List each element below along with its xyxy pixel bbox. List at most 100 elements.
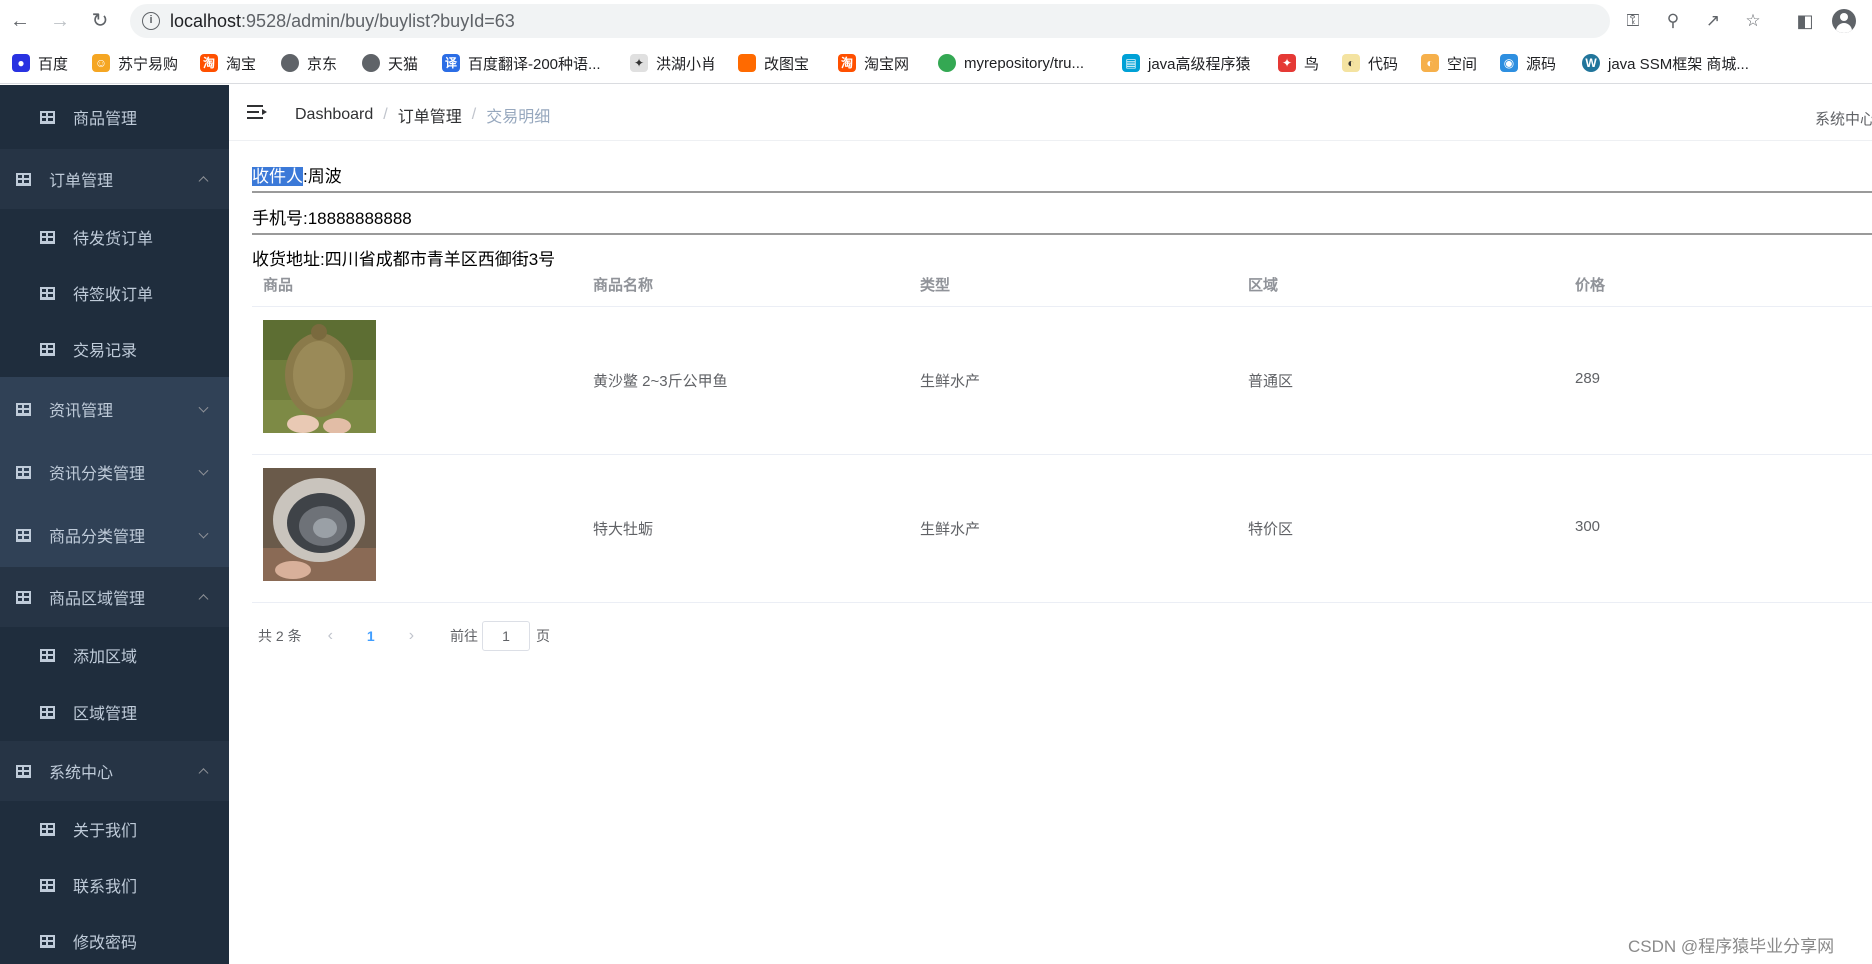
sidebar-item-pending-shipment[interactable]: 待发货订单 [0, 209, 229, 265]
side-panel-icon[interactable]: ◧ [1793, 9, 1817, 33]
chevron-down-icon [198, 528, 209, 539]
sidebar-item-pending-receipt[interactable]: 待签收订单 [0, 265, 229, 321]
sidebar-item-contact[interactable]: 联系我们 [0, 857, 229, 913]
sidebar-item-product-region[interactable]: 商品区域管理 [0, 567, 229, 627]
bird-icon: ✦ [1278, 54, 1296, 72]
whale-icon: ◉ [1500, 54, 1518, 72]
taobao-icon: 淘 [838, 54, 856, 72]
breadcrumb-dashboard[interactable]: Dashboard [295, 106, 373, 124]
bookmark-gaitubao[interactable]: 改图宝 [738, 52, 809, 74]
bookmark-space[interactable]: ◐ 空间 [1421, 52, 1477, 74]
phone-line: 手机号:18888888888 [252, 209, 412, 228]
bookmark-suning[interactable]: ☺ 苏宁易购 [92, 52, 178, 74]
back-icon[interactable]: ← [8, 9, 32, 33]
key-icon[interactable]: ⚿ [1622, 10, 1644, 32]
forward-icon[interactable]: → [48, 9, 72, 33]
sidebar-item-orders[interactable]: 订单管理 [0, 149, 229, 209]
bookmark-source[interactable]: ◉ 源码 [1500, 52, 1556, 74]
sidebar-item-news-category[interactable]: 资讯分类管理 [0, 441, 229, 503]
chevron-down-icon [198, 465, 209, 476]
pager-page-suffix: 页 [536, 628, 551, 644]
grid-icon [40, 705, 55, 719]
table-row: 特大牡蛎 生鲜水产 特价区 300 [252, 455, 1872, 603]
translate-icon: 译 [442, 54, 460, 72]
share-icon[interactable]: ↗ [1702, 10, 1724, 32]
bookmark-java-ssm[interactable]: Wjava SSM框架 商城... [1582, 52, 1749, 74]
bookmark-jd[interactable]: 京东 [281, 52, 337, 74]
sidebar-item-region-manage[interactable]: 区域管理 [0, 683, 229, 741]
sidebar-item-products[interactable]: 商品管理 [0, 85, 229, 149]
sidebar-item-add-region[interactable]: 添加区域 [0, 627, 229, 683]
bookmarks-bar: ● 百度 ☺ 苏宁易购 淘淘宝 京东 天猫 译百度翻译-200种语... ✦ 洪湖小肖… [0, 42, 1872, 84]
breadcrumb-current: 交易明细 [486, 109, 551, 126]
bookmark-baidu[interactable]: ● 百度 [12, 52, 68, 74]
sidebar-item-system[interactable]: 系统中心 [0, 741, 229, 801]
bookmark-bird[interactable]: ✦ 鸟 [1278, 52, 1319, 74]
grid-icon [16, 590, 31, 604]
navbar: Dashboard / 订单管理 / 交易明细 系统中心 [229, 85, 1872, 141]
sidebar: 商品管理 订单管理 待发货订单 待签收订单 交易记录 资讯管理 资讯分类管理 商… [0, 85, 229, 964]
zoom-icon[interactable]: ⚲ [1662, 10, 1684, 32]
address-bar[interactable]: i localhost:9528/admin/buy/buylist?buyId… [130, 4, 1761, 38]
sidebar-item-product-category[interactable]: 商品分类管理 [0, 503, 229, 567]
sidebar-item-news[interactable]: 资讯管理 [0, 377, 229, 441]
cell-type: 生鲜水产 [920, 521, 981, 538]
pager-total: 共 2 条 [258, 628, 302, 644]
bookmark-myrepository[interactable]: myrepository/tru... [938, 52, 1084, 74]
chevron-left-icon[interactable]: ‹ [328, 627, 333, 645]
bookmark-honghu[interactable]: ✦ 洪湖小肖 [630, 52, 716, 74]
receiver-line: 收件人:周波 [252, 162, 342, 187]
reload-icon[interactable]: ↻ [88, 9, 112, 33]
pagination: 共 2 条 ‹ 1 › 前往 1 页 [258, 621, 550, 651]
divider [252, 233, 1872, 235]
hamburger-icon[interactable] [247, 103, 267, 121]
cell-name: 特大牡蛎 [593, 521, 654, 538]
system-center-link[interactable]: 系统中心 [1815, 108, 1872, 129]
sidebar-item-about[interactable]: 关于我们 [0, 801, 229, 857]
main-content: Dashboard / 订单管理 / 交易明细 系统中心 收件人:周波 手机号:… [229, 85, 1872, 964]
grid-icon [16, 465, 31, 479]
product-image-turtle [263, 320, 376, 433]
grid-icon [16, 764, 31, 778]
grid-icon [40, 878, 55, 892]
grid-icon [16, 528, 31, 542]
col-header-type: 类型 [920, 277, 951, 294]
url-text[interactable]: localhost:9528/admin/buy/buylist?buyId=6… [170, 11, 515, 32]
site-info-icon[interactable]: i [142, 12, 160, 30]
chevron-up-icon [198, 176, 209, 187]
watermark: CSDN @程序猿毕业分享网 [1628, 937, 1835, 956]
pager-page-1[interactable]: 1 [367, 628, 375, 644]
pager-goto-input[interactable]: 1 [482, 621, 531, 651]
grid-icon [40, 342, 55, 356]
grid-icon [16, 172, 31, 186]
sidebar-item-change-password[interactable]: 修改密码 [0, 913, 229, 964]
breadcrumb-orders[interactable]: 订单管理 [398, 103, 462, 127]
sidebar-item-transactions[interactable]: 交易记录 [0, 321, 229, 377]
cell-region: 普通区 [1248, 373, 1294, 390]
cell-price: 289 [1575, 370, 1601, 387]
gaitubao-icon [738, 54, 756, 72]
browser-toolbar: ← → ↻ i localhost:9528/admin/buy/buylist… [0, 0, 1872, 42]
chevron-up-icon [198, 594, 209, 605]
profile-avatar[interactable] [1832, 9, 1856, 33]
bookmark-tmall[interactable]: 天猫 [362, 52, 418, 74]
bookmark-taobaowang[interactable]: 淘淘宝网 [838, 52, 909, 74]
cell-type: 生鲜水产 [920, 373, 981, 390]
bookmark-star-icon[interactable]: ☆ [1742, 10, 1764, 32]
bookmark-code[interactable]: ◐ 代码 [1342, 52, 1398, 74]
chevron-right-icon[interactable]: › [409, 627, 414, 645]
grid-icon [40, 110, 55, 124]
bookmark-taobao[interactable]: 淘淘宝 [200, 52, 256, 74]
product-image-oyster [263, 468, 376, 581]
table-row: 黄沙鳖 2~3斤公甲鱼 生鲜水产 普通区 289 [252, 307, 1872, 455]
divider [252, 191, 1872, 193]
bookmark-java-senior[interactable]: ▤ java高级程序猿 [1122, 52, 1251, 74]
col-header-price: 价格 [1575, 277, 1606, 294]
grid-icon [16, 402, 31, 416]
grid-icon [40, 934, 55, 948]
suning-icon: ☺ [92, 54, 110, 72]
bookmark-baidu-translate[interactable]: 译百度翻译-200种语... [442, 52, 601, 74]
receiver-label: 收件人 [252, 167, 303, 186]
bilibili-icon: ▤ [1122, 54, 1140, 72]
chrome-icon [938, 54, 956, 72]
